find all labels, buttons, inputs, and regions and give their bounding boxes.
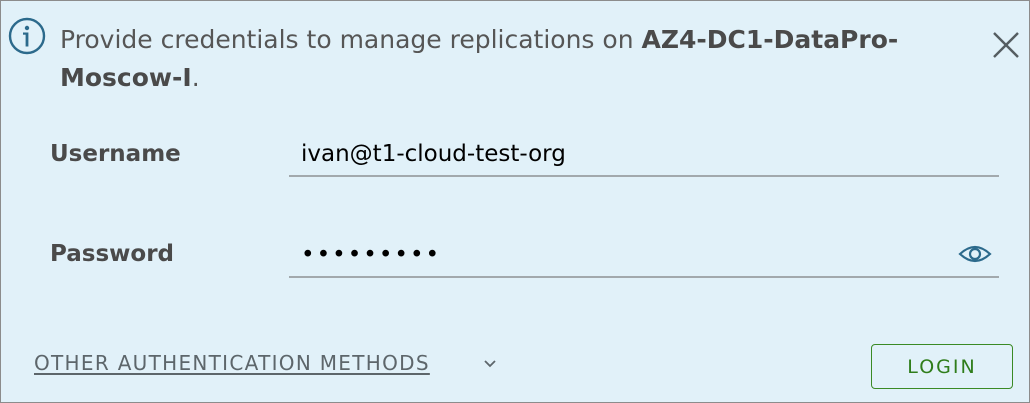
alert-message-prefix: Provide credentials to manage replicatio… [60,25,642,54]
other-authentication-methods-link[interactable]: OTHER AUTHENTICATION METHODS [34,351,430,375]
password-field[interactable] [301,238,941,272]
username-field-container [289,137,999,177]
password-label: Password [50,241,174,267]
password-field-container [289,238,999,278]
eye-icon[interactable] [958,242,992,266]
username-field[interactable] [301,137,941,171]
username-label: Username [50,141,181,167]
alert-message: Provide credentials to manage replicatio… [60,21,960,97]
alert-message-suffix: . [191,63,200,92]
info-icon [8,17,46,55]
chevron-down-icon[interactable] [483,357,497,371]
login-button[interactable]: LOGIN [871,344,1013,389]
credentials-panel: Provide credentials to manage replicatio… [0,0,1030,403]
close-icon[interactable] [990,29,1022,61]
